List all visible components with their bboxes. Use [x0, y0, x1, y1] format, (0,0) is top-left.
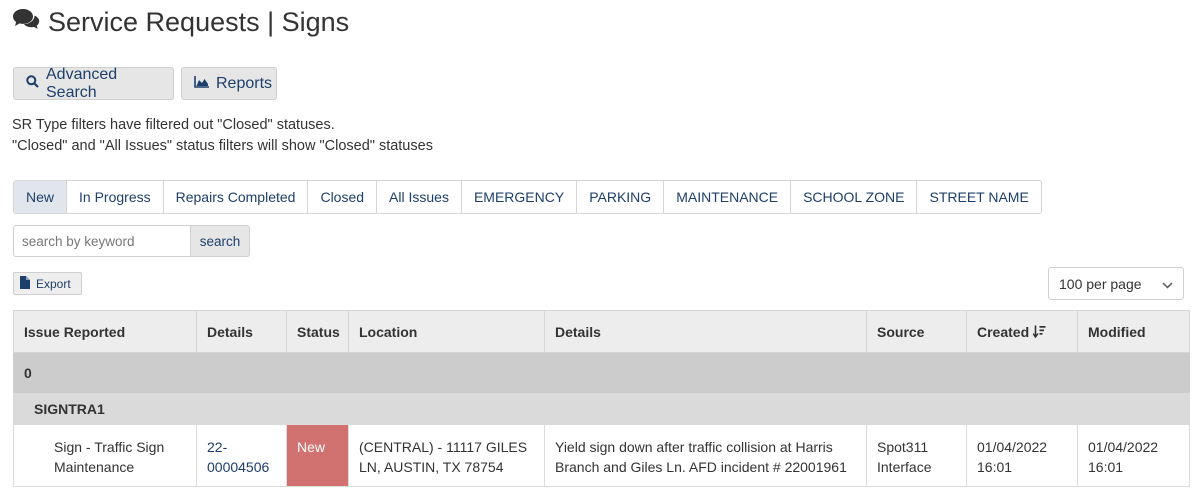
- status-filter-tabs: New In Progress Repairs Completed Closed…: [13, 180, 1042, 214]
- column-header-modified[interactable]: Modified: [1077, 310, 1190, 353]
- per-page-select[interactable]: 100 per page: [1048, 267, 1184, 300]
- subgroup-label: SIGNTRA1: [13, 392, 1190, 425]
- tab-school-zone[interactable]: SCHOOL ZONE: [791, 181, 918, 213]
- tab-all-issues[interactable]: All Issues: [377, 181, 462, 213]
- request-id-link[interactable]: 22-00004506: [207, 439, 269, 475]
- column-header-status[interactable]: Status: [286, 310, 349, 353]
- status-badge: New: [286, 424, 349, 487]
- tab-maintenance[interactable]: MAINTENANCE: [664, 181, 792, 213]
- reports-label: Reports: [216, 74, 273, 92]
- page-title-text: Service Requests | Signs: [48, 6, 350, 37]
- results-table: Issue Reported Details Status Location D…: [13, 310, 1190, 487]
- table-header-row: Issue Reported Details Status Location D…: [13, 310, 1190, 353]
- per-page-value: 100 per page: [1059, 275, 1142, 292]
- group-label: 0: [13, 352, 1190, 393]
- export-button[interactable]: Export: [13, 272, 82, 295]
- column-header-details[interactable]: Details: [196, 310, 287, 353]
- reports-button[interactable]: Reports: [181, 67, 277, 100]
- cell-issue-reported: Sign - Traffic Sign Maintenance: [13, 424, 197, 487]
- filter-notice-line-1: SR Type filters have filtered out "Close…: [12, 117, 335, 133]
- subgroup-row: SIGNTRA1: [13, 392, 1190, 425]
- column-header-created[interactable]: Created: [966, 310, 1078, 353]
- file-icon: [20, 275, 30, 292]
- advanced-search-label: Advanced Search: [46, 65, 118, 101]
- cell-details: 22-00004506: [196, 424, 287, 487]
- tab-emergency[interactable]: EMERGENCY: [462, 181, 578, 213]
- column-header-location[interactable]: Location: [348, 310, 545, 353]
- tab-new[interactable]: New: [14, 181, 68, 213]
- column-header-created-label: Created: [977, 323, 1030, 340]
- cell-source: Spot311 Interface: [866, 424, 967, 487]
- page-title: Service Requests | Signs: [12, 4, 349, 40]
- tab-parking[interactable]: PARKING: [577, 181, 665, 213]
- search-icon: [26, 74, 39, 93]
- column-header-description[interactable]: Details: [544, 310, 867, 353]
- cell-created: 01/04/2022 16:01: [966, 424, 1078, 487]
- advanced-search-button[interactable]: Advanced Search: [13, 65, 174, 101]
- cell-location: (CENTRAL) - 11117 GILES LN, AUSTIN, TX 7…: [348, 424, 545, 487]
- cell-modified: 01/04/2022 16:01: [1077, 424, 1190, 487]
- keyword-search: search: [13, 225, 250, 257]
- search-button[interactable]: search: [190, 225, 250, 257]
- tab-repairs-completed[interactable]: Repairs Completed: [164, 181, 309, 213]
- filter-notice-line-2: "Closed" and "All Issues" status filters…: [12, 138, 433, 154]
- tab-in-progress[interactable]: In Progress: [67, 181, 164, 213]
- search-input[interactable]: [13, 225, 190, 257]
- tab-street-name[interactable]: STREET NAME: [917, 181, 1040, 213]
- group-row: 0: [13, 352, 1190, 393]
- column-header-issue-reported[interactable]: Issue Reported: [13, 310, 197, 353]
- comments-icon: [12, 7, 40, 38]
- export-label: Export: [36, 276, 71, 291]
- tab-closed[interactable]: Closed: [308, 181, 378, 213]
- column-header-source[interactable]: Source: [866, 310, 967, 353]
- sort-descending-icon: [1032, 324, 1046, 340]
- area-chart-icon: [194, 75, 209, 93]
- table-row: Sign - Traffic Sign Maintenance 22-00004…: [13, 424, 1190, 487]
- cell-description: Yield sign down after traffic collision …: [544, 424, 867, 487]
- chevron-down-icon: [1162, 276, 1173, 292]
